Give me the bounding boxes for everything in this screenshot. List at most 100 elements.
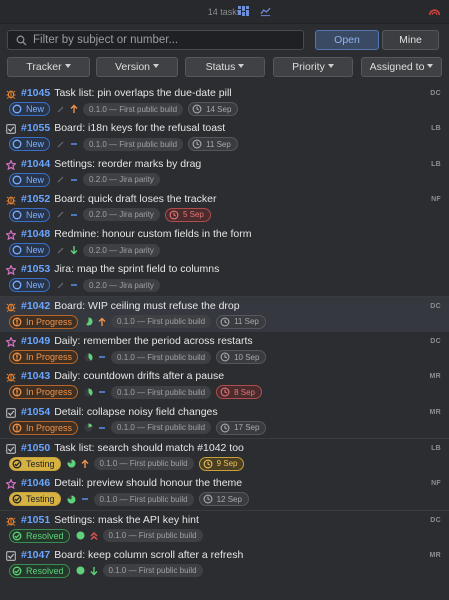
- search-row: Filter by subject or number... Open Mine: [7, 30, 442, 50]
- progress-pie-icon: [76, 531, 85, 540]
- task-title[interactable]: #1044 Settings: reorder marks by drag: [21, 158, 201, 170]
- status-label: Resolved: [26, 530, 64, 541]
- task-row[interactable]: #1044 Settings: reorder marks by drag LB Ne…: [0, 155, 449, 190]
- status-badge[interactable]: In Progress: [9, 314, 79, 329]
- priority-filter-dropdown[interactable]: Priority: [273, 57, 353, 77]
- due-date-text: 5 Sep: [182, 210, 204, 220]
- task-subject: Detail: collapse noisy field changes: [54, 405, 218, 418]
- status-filter-dropdown[interactable]: Status: [185, 57, 265, 77]
- due-date-pill: 10 Sep: [216, 350, 267, 365]
- search-icon: [16, 35, 27, 49]
- task-row[interactable]: #1047 Board: keep column scroll after a r…: [0, 546, 449, 581]
- task-title[interactable]: #1043 Daily: countdown drifts after a pau…: [21, 370, 224, 382]
- open-filter-button[interactable]: Open: [315, 30, 379, 50]
- task-meta: Testing 0.1.0 — First public build 9 Sep: [9, 456, 245, 471]
- status-badge[interactable]: In Progress: [9, 350, 79, 365]
- task-row[interactable]: #1050 Task list: search should match #104…: [0, 439, 449, 474]
- status-badge[interactable]: Resolved: [9, 563, 70, 578]
- task-title[interactable]: #1051 Settings: mask the API key hint: [21, 514, 199, 526]
- due-date-text: 17 Sep: [234, 423, 260, 433]
- task-row[interactable]: #1055 Board: i18n keys for the refusal to…: [0, 119, 449, 154]
- feature-star-icon: [6, 159, 16, 170]
- bug-icon: [6, 372, 16, 383]
- priority-normal-icon: [70, 139, 78, 149]
- task-title[interactable]: #1054 Detail: collapse noisy field change…: [21, 406, 218, 418]
- task-meta: Testing 0.1.0 — First public build 12 Sep: [9, 492, 249, 507]
- progress-pie-icon: [84, 423, 93, 432]
- task-number: #1045: [21, 87, 51, 99]
- task-subject: Board: i18n keys for the refusal toast: [54, 122, 226, 135]
- search-input[interactable]: Filter by subject or number...: [7, 30, 304, 50]
- assignee-filter-dropdown[interactable]: Assigned to: [361, 57, 442, 77]
- task-title[interactable]: #1042 Board: WIP ceiling must refuse the …: [21, 300, 240, 312]
- task-title[interactable]: #1046 Detail: preview should honour the t…: [21, 477, 242, 489]
- version-pill: 0.1.0 — First public build: [111, 350, 212, 364]
- priority-normal-icon: [98, 387, 106, 397]
- tracker-filter-dropdown[interactable]: Tracker: [7, 57, 90, 77]
- clock-icon: [203, 459, 213, 469]
- task-row[interactable]: #1046 Detail: preview should honour the t…: [0, 474, 449, 509]
- clock-icon: [220, 352, 230, 362]
- task-row[interactable]: #1051 Settings: mask the API key hint DC Re…: [0, 511, 449, 546]
- task-title[interactable]: #1055 Board: i18n keys for the refusal to…: [21, 122, 225, 134]
- task-row[interactable]: #1052 Board: quick draft loses the tracke…: [0, 190, 449, 225]
- status-label: In Progress: [26, 422, 73, 433]
- status-badge[interactable]: New: [9, 102, 51, 116]
- status-badge[interactable]: Testing: [9, 492, 61, 507]
- task-row[interactable]: #1048 Redmine: honour custom fields in th…: [0, 225, 449, 260]
- assignee-initials: DC: [430, 338, 441, 346]
- task-subject: Daily: remember the period across restar…: [54, 335, 253, 348]
- task-row[interactable]: #1054 Detail: collapse noisy field change…: [0, 403, 449, 438]
- status-badge[interactable]: New: [9, 207, 51, 222]
- task-title[interactable]: #1052 Board: quick draft loses the tracke…: [21, 193, 216, 205]
- assignee-initials: NF: [431, 195, 441, 203]
- assignee-filter-label: Assigned to: [369, 61, 425, 73]
- board-view-icon[interactable]: [238, 6, 249, 17]
- task-title[interactable]: #1053 Jira: map the sprint field to colum…: [21, 263, 219, 275]
- version-filter-dropdown[interactable]: Version: [96, 57, 178, 77]
- task-subject: Daily: countdown drifts after a pause: [54, 370, 225, 383]
- priority-normal-icon: [98, 423, 106, 433]
- due-date-text: 11 Sep: [234, 317, 259, 327]
- task-subject: Board: quick draft loses the tracker: [54, 192, 217, 205]
- task-title[interactable]: #1049 Daily: remember the period across r…: [21, 335, 253, 347]
- task-title[interactable]: #1047 Board: keep column scroll after a r…: [21, 549, 243, 561]
- status-label: In Progress: [26, 387, 73, 398]
- priority-urgent-icon: [90, 531, 98, 541]
- progress-pie-icon: [56, 105, 65, 114]
- chevron-down-icon: [153, 64, 160, 68]
- title-bar: 14 tasks: [0, 0, 449, 24]
- status-badge[interactable]: New: [9, 243, 51, 258]
- task-row[interactable]: #1053 Jira: map the sprint field to colum…: [0, 260, 449, 295]
- status-badge[interactable]: In Progress: [9, 420, 79, 435]
- task-icon: [6, 124, 16, 135]
- status-badge[interactable]: Testing: [9, 456, 61, 471]
- assignee-initials: MR: [429, 408, 441, 416]
- status-filter-label: Status: [205, 61, 236, 73]
- task-row[interactable]: #1042 Board: WIP ceiling must refuse the …: [0, 296, 449, 333]
- task-number: #1052: [21, 192, 51, 205]
- task-row[interactable]: #1045 Task list: pin overlaps the due-dat…: [0, 84, 449, 119]
- task-title[interactable]: #1050 Task list: search should match #104…: [21, 442, 244, 454]
- task-row[interactable]: #1043 Daily: countdown drifts after a pau…: [0, 367, 449, 402]
- priority-filter-label: Priority: [292, 61, 325, 73]
- task-subject: Jira: map the sprint field to columns: [54, 263, 220, 276]
- status-badge[interactable]: New: [9, 172, 51, 187]
- assignee-initials: MR: [429, 551, 441, 559]
- status-badge[interactable]: New: [9, 137, 51, 152]
- status-badge[interactable]: New: [9, 278, 51, 293]
- daily-chart-icon[interactable]: [260, 6, 271, 17]
- status-testing-icon: [12, 459, 22, 469]
- status-badge[interactable]: In Progress: [9, 385, 79, 400]
- status-label: New: [26, 280, 45, 291]
- assignee-initials: DC: [430, 302, 441, 310]
- clock-icon: [169, 210, 179, 220]
- mine-filter-button[interactable]: Mine: [382, 30, 439, 50]
- task-row[interactable]: #1049 Daily: remember the period across r…: [0, 332, 449, 367]
- task-title[interactable]: #1048 Redmine: honour custom fields in th…: [21, 228, 251, 240]
- task-list: #1045 Task list: pin overlaps the due-dat…: [0, 84, 449, 581]
- status-badge[interactable]: Resolved: [9, 528, 70, 543]
- version-pill: 0.1.0 — First public build: [93, 457, 194, 471]
- task-title[interactable]: #1045 Task list: pin overlaps the due-dat…: [21, 87, 232, 99]
- priority-normal-icon: [70, 210, 78, 220]
